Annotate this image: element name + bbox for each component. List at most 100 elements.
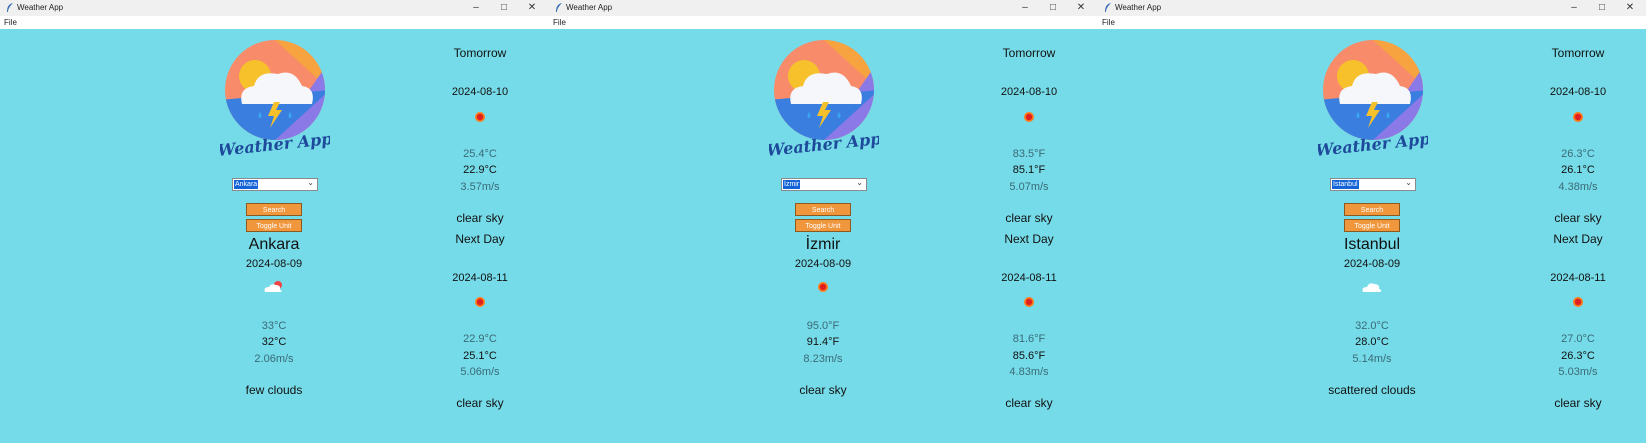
sun-icon xyxy=(816,280,830,299)
city-combobox[interactable]: Ankara ⌄ xyxy=(232,178,318,191)
city-combobox-value: İzmir xyxy=(783,180,801,189)
toggle-unit-button[interactable]: Toggle Unit xyxy=(246,219,302,232)
weather-window-izmir: Weather App – □ ✕ File Weather App İzmir… xyxy=(549,0,1098,443)
title-bar[interactable]: Weather App – □ ✕ xyxy=(549,0,1098,16)
sun-icon xyxy=(1022,110,1036,129)
forecast-1-wind: 5.07m/s xyxy=(1009,181,1049,193)
maximize-button[interactable]: □ xyxy=(497,1,511,15)
title-bar[interactable]: Weather App – □ ✕ xyxy=(1098,0,1646,16)
feels-like-temp: 32°C xyxy=(261,336,287,348)
menu-file[interactable]: File xyxy=(4,18,17,27)
forecast-1-wind: 3.57m/s xyxy=(460,181,500,193)
weather-window-istanbul: Weather App – □ ✕ File Weather App Istan… xyxy=(1098,0,1646,443)
forecast-2-temp: 22.9°C xyxy=(463,333,497,345)
forecast-1-desc: clear sky xyxy=(1005,211,1053,225)
search-button[interactable]: Search xyxy=(795,203,851,216)
forecast-date-2: 2024-08-11 xyxy=(452,272,508,284)
forecast-1-feels: 22.9°C xyxy=(463,164,497,176)
minimize-button[interactable]: – xyxy=(469,1,483,15)
sun-icon xyxy=(1571,110,1585,129)
forecast-1-desc: clear sky xyxy=(1554,211,1602,225)
forecast-2-desc: clear sky xyxy=(1554,396,1602,410)
forecast-2-wind: 5.03m/s xyxy=(1558,366,1598,378)
tomorrow-label: Tomorrow xyxy=(1551,46,1605,60)
forecast-date-2: 2024-08-11 xyxy=(1001,272,1057,284)
wind-speed: 5.14m/s xyxy=(1352,353,1392,365)
forecast-1-temp: 26.3°C xyxy=(1561,148,1595,160)
forecast-1-feels: 85.1°F xyxy=(1012,164,1046,176)
title-bar[interactable]: Weather App – □ ✕ xyxy=(0,0,549,16)
toggle-unit-button[interactable]: Toggle Unit xyxy=(1344,219,1400,232)
weather-window-ankara: Weather App – □ ✕ File Weather App Ankar… xyxy=(0,0,549,443)
chevron-down-icon[interactable]: ⌄ xyxy=(1405,178,1412,187)
forecast-1-temp: 25.4°C xyxy=(463,148,497,160)
cloud-icon xyxy=(1361,280,1383,298)
sun-icon xyxy=(473,295,487,314)
minimize-button[interactable]: – xyxy=(1018,1,1032,15)
forecast-2-feels: 25.1°C xyxy=(463,350,497,362)
close-button[interactable]: ✕ xyxy=(1623,1,1637,15)
feather-icon xyxy=(7,3,13,12)
window-title: Weather App xyxy=(566,3,613,12)
forecast-2-wind: 4.83m/s xyxy=(1009,366,1049,378)
few-clouds-icon xyxy=(263,280,285,299)
weather-app-logo: Weather App xyxy=(769,40,879,158)
forecast-2-wind: 5.06m/s xyxy=(460,366,500,378)
forecast-date-1: 2024-08-10 xyxy=(1549,86,1607,98)
current-temp: 33°C xyxy=(261,320,287,332)
close-button[interactable]: ✕ xyxy=(525,1,539,15)
feels-like-temp: 91.4°F xyxy=(806,336,840,348)
city-name: Istanbul xyxy=(1343,236,1401,253)
wind-speed: 2.06m/s xyxy=(254,353,294,365)
next-day-label: Next Day xyxy=(1553,232,1603,246)
sun-icon xyxy=(1022,295,1036,314)
current-date: 2024-08-09 xyxy=(1343,258,1401,270)
feels-like-temp: 28.0°C xyxy=(1355,336,1389,348)
search-button[interactable]: Search xyxy=(246,203,302,216)
menu-file[interactable]: File xyxy=(1102,18,1115,27)
maximize-button[interactable]: □ xyxy=(1595,1,1609,15)
menu-bar: File xyxy=(1098,16,1646,29)
forecast-1-desc: clear sky xyxy=(456,211,504,225)
current-date: 2024-08-09 xyxy=(245,258,303,270)
weather-app-logo: Weather App xyxy=(220,40,330,158)
weather-description: scattered clouds xyxy=(1328,383,1416,397)
current-temp: 95.0°F xyxy=(806,320,840,332)
forecast-date-1: 2024-08-10 xyxy=(451,86,509,98)
sun-icon xyxy=(473,110,487,129)
wind-speed: 8.23m/s xyxy=(803,353,843,365)
sun-icon xyxy=(1571,295,1585,314)
window-title: Weather App xyxy=(17,3,64,12)
close-button[interactable]: ✕ xyxy=(1074,1,1088,15)
forecast-2-feels: 26.3°C xyxy=(1561,350,1595,362)
forecast-2-desc: clear sky xyxy=(1005,396,1053,410)
feather-icon xyxy=(1105,3,1111,12)
window-title: Weather App xyxy=(1115,3,1162,12)
forecast-2-temp: 27.0°C xyxy=(1561,333,1595,345)
forecast-2-temp: 81.6°F xyxy=(1012,333,1046,345)
menu-bar: File xyxy=(549,16,1098,29)
forecast-date-2: 2024-08-11 xyxy=(1550,272,1606,284)
current-temp: 32.0°C xyxy=(1355,320,1389,332)
weather-description: few clouds xyxy=(245,383,303,397)
search-button[interactable]: Search xyxy=(1344,203,1400,216)
feather-icon xyxy=(556,3,562,12)
menu-bar: File xyxy=(0,16,549,29)
minimize-button[interactable]: – xyxy=(1567,1,1581,15)
city-combobox[interactable]: İzmir ⌄ xyxy=(781,178,867,191)
chevron-down-icon[interactable]: ⌄ xyxy=(856,178,863,187)
next-day-label: Next Day xyxy=(455,232,505,246)
chevron-down-icon[interactable]: ⌄ xyxy=(307,178,314,187)
maximize-button[interactable]: □ xyxy=(1046,1,1060,15)
current-date: 2024-08-09 xyxy=(794,258,852,270)
menu-file[interactable]: File xyxy=(553,18,566,27)
toggle-unit-button[interactable]: Toggle Unit xyxy=(795,219,851,232)
forecast-1-temp: 83.5°F xyxy=(1012,148,1046,160)
tomorrow-label: Tomorrow xyxy=(453,46,507,60)
city-name: İzmir xyxy=(805,236,841,253)
forecast-1-wind: 4.38m/s xyxy=(1558,181,1598,193)
next-day-label: Next Day xyxy=(1004,232,1054,246)
weather-app-logo: Weather App xyxy=(1318,40,1428,158)
city-combobox[interactable]: Istanbul ⌄ xyxy=(1330,178,1416,191)
city-name: Ankara xyxy=(248,236,300,253)
